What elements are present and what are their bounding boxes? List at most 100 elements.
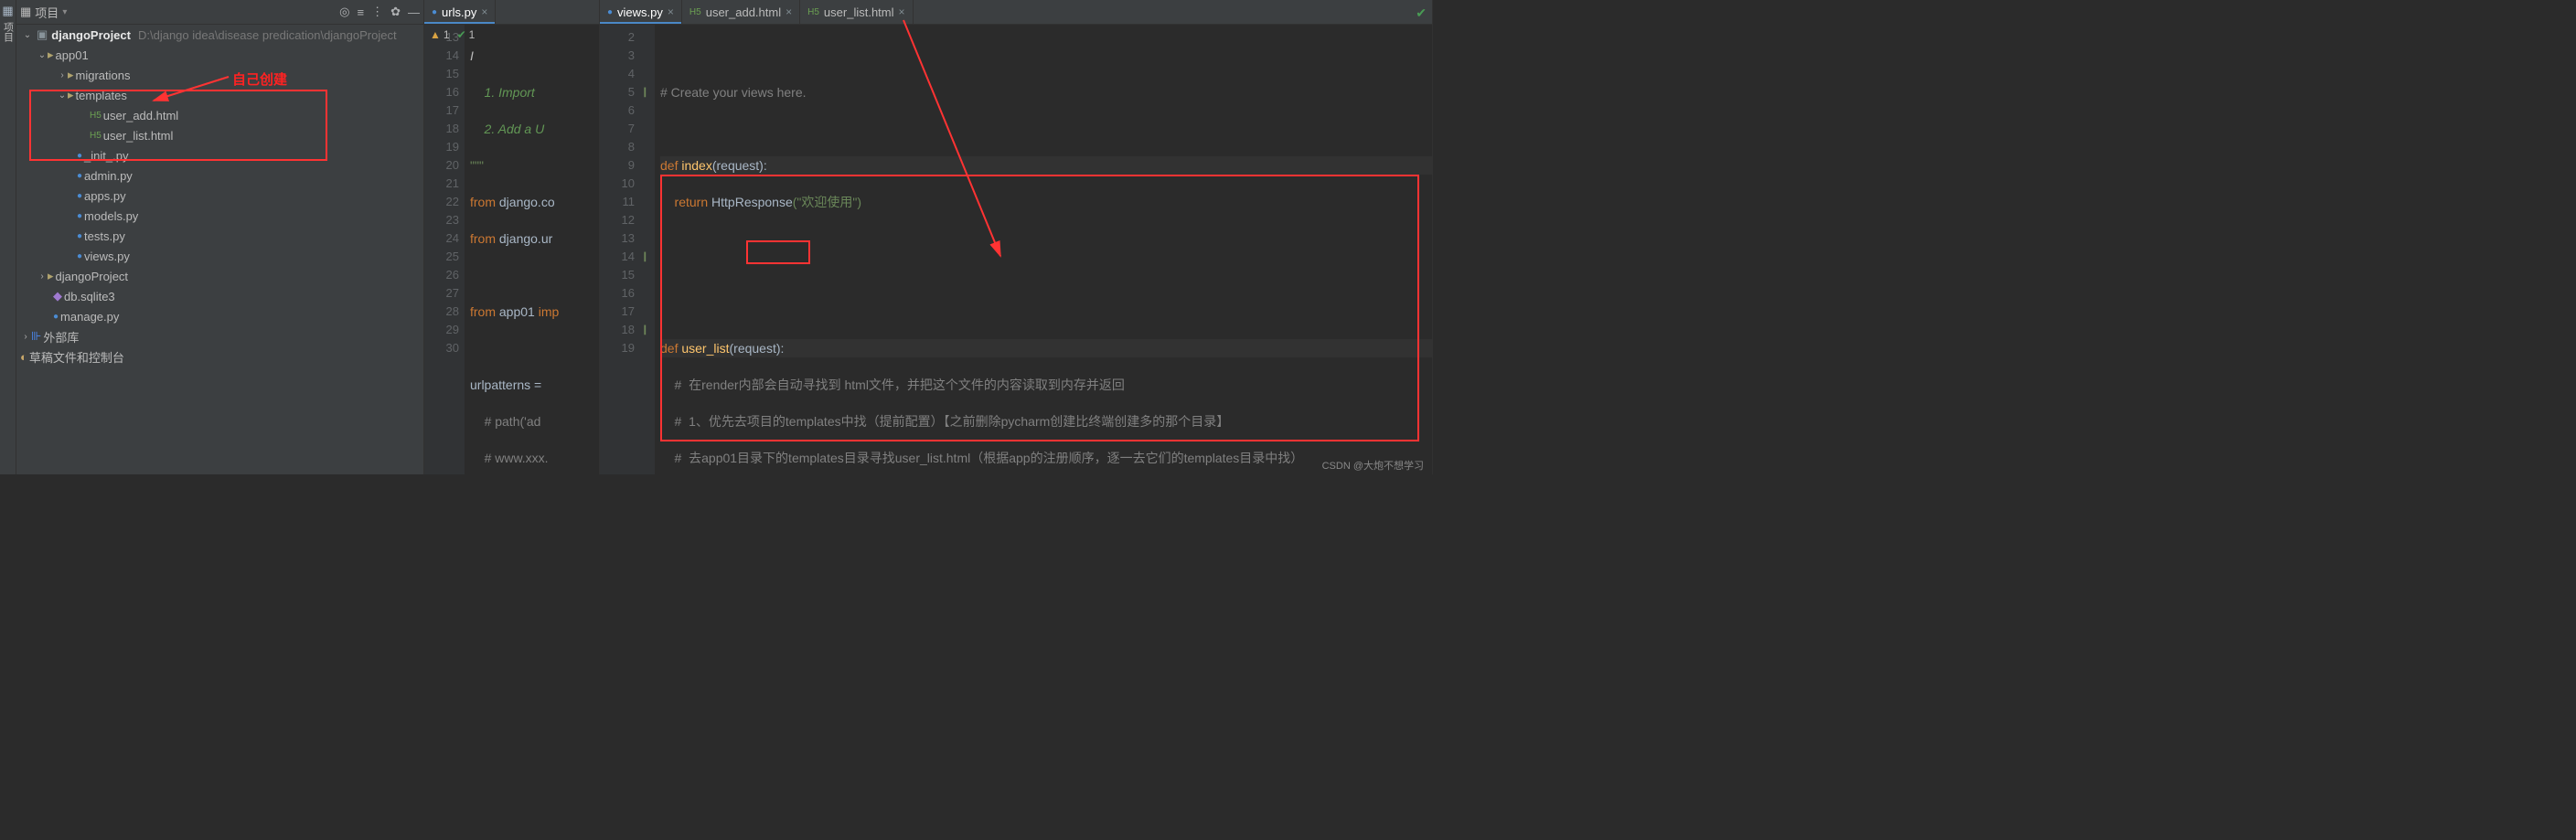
close-icon[interactable]: × — [899, 5, 905, 18]
tree-item-init[interactable]: ●_init_.py — [16, 145, 423, 165]
tree-item-admin[interactable]: ●admin.py — [16, 165, 423, 186]
line-number: 24 — [424, 229, 459, 248]
html-icon: H5 — [807, 7, 819, 17]
python-icon: ● — [77, 171, 82, 181]
gutter-right[interactable]: 2 3 4 5 6 7 8 9 10 11 12 13 14 15 16 17 — [600, 25, 640, 474]
chevron-right-icon[interactable]: › — [57, 70, 68, 80]
folder-icon: ▸ — [68, 88, 74, 102]
line-number: 6 — [600, 101, 635, 120]
tree-item-manage[interactable]: ●manage.py — [16, 306, 423, 326]
project-folder-icon: ▣ — [37, 27, 48, 42]
tree-item-tests[interactable]: ●tests.py — [16, 226, 423, 246]
weak-count: 1 — [469, 28, 476, 41]
tab-urls[interactable]: ● urls.py × — [424, 0, 496, 24]
tree-item-djangoproject[interactable]: ›▸djangoProject — [16, 266, 423, 286]
line-number: 17 — [600, 303, 635, 321]
sidebar-title-text: 项目 — [35, 4, 59, 21]
line-number: 17 — [424, 101, 459, 120]
line-number: 28 — [424, 303, 459, 321]
tree-item-user-add[interactable]: H5user_add.html — [16, 105, 423, 125]
line-number: 12 — [600, 211, 635, 229]
python-icon: ● — [77, 231, 82, 241]
inspection-widget[interactable]: ▲1 ✔1 — [430, 28, 475, 41]
html-icon: H5 — [90, 131, 102, 141]
tab-user-list[interactable]: H5 user_list.html × — [800, 0, 913, 24]
tree-item-external-libs[interactable]: ›⊪外部库 — [16, 326, 423, 346]
line-number: 3 — [600, 47, 635, 65]
minimize-icon[interactable]: — — [408, 5, 420, 19]
python-icon: ● — [53, 312, 59, 322]
chevron-down-icon[interactable]: ⌄ — [57, 90, 68, 101]
line-number: 4 — [600, 65, 635, 83]
html-icon: H5 — [689, 7, 701, 17]
line-number: 5 — [600, 83, 635, 101]
analysis-ok-icon[interactable]: ✔ — [1416, 5, 1427, 21]
code-area-views[interactable]: 2 3 4 5 6 7 8 9 10 11 12 13 14 15 16 17 — [600, 25, 1432, 474]
line-number: 19 — [600, 339, 635, 357]
chevron-right-icon[interactable]: › — [37, 271, 48, 282]
line-number: 9 — [600, 156, 635, 175]
code-content-views[interactable]: # Create your views here. def index(requ… — [655, 25, 1432, 474]
project-tool-icon[interactable]: ▦ — [2, 4, 13, 18]
tab-label: urls.py — [442, 5, 476, 19]
vcs-mark-icon: ▎ — [640, 248, 655, 266]
project-root[interactable]: ⌄ ▣ djangoProject D:\django idea\disease… — [16, 25, 423, 45]
tree-item-views[interactable]: ●views.py — [16, 246, 423, 266]
editor-tabs-left: ● urls.py × — [424, 0, 599, 25]
tree-item-templates[interactable]: ⌄▸templates — [16, 85, 423, 105]
editor-pane-views: ● views.py × H5 user_add.html × H5 user_… — [600, 0, 1433, 474]
gutter-left[interactable]: 13 14 15 16 17 18 19 20 21 22 23 24 25 2… — [424, 25, 465, 474]
project-tree: ⌄▸app01 ›▸migrations ⌄▸templates H5user_… — [16, 45, 423, 367]
python-icon: ● — [607, 7, 613, 17]
project-sidebar: ▦ 项目 ▾ ◎ ≡ ⋮ ✿ — ⌄ ▣ djangoProject D:\dj… — [16, 0, 424, 474]
tab-views[interactable]: ● views.py × — [600, 0, 682, 24]
folder-icon: ▸ — [68, 68, 74, 82]
tree-item-db[interactable]: ◆db.sqlite3 — [16, 286, 423, 306]
settings-icon[interactable]: ✿ — [390, 5, 401, 19]
left-bar-label: 项目 — [1, 22, 16, 42]
vcs-mark-icon: ▎ — [640, 83, 655, 101]
dropdown-icon[interactable]: ▾ — [62, 7, 67, 17]
code-area-urls[interactable]: ▲1 ✔1 13 14 15 16 17 18 19 20 21 22 23 2… — [424, 25, 599, 474]
line-number: 22 — [424, 193, 459, 211]
expand-all-icon[interactable]: ≡ — [358, 5, 365, 19]
close-icon[interactable]: × — [786, 5, 792, 18]
gutter-marks: ▎ ▎ ▎ — [640, 25, 655, 474]
python-icon: ● — [77, 211, 82, 221]
tab-label: views.py — [617, 5, 663, 19]
line-number: 10 — [600, 175, 635, 193]
collapse-all-icon[interactable]: ⋮ — [371, 5, 383, 19]
sidebar-toolbar: ◎ ≡ ⋮ ✿ — — [339, 5, 420, 19]
weak-warning-icon: ✔ — [457, 28, 466, 41]
line-number: 27 — [424, 284, 459, 303]
chevron-right-icon[interactable]: › — [20, 332, 31, 342]
close-icon[interactable]: × — [481, 5, 487, 18]
line-number: 8 — [600, 138, 635, 156]
warn-count: 1 — [444, 28, 450, 41]
tree-item-models[interactable]: ●models.py — [16, 206, 423, 226]
tree-item-user-list[interactable]: H5user_list.html — [16, 125, 423, 145]
select-opened-icon[interactable]: ◎ — [339, 5, 349, 19]
line-number: 13 — [600, 229, 635, 248]
line-number: 11 — [600, 193, 635, 211]
code-content-urls[interactable]: I 1. Import 2. Add a U """ from django.c… — [465, 25, 599, 474]
sidebar-title[interactable]: ▦ 项目 ▾ — [20, 4, 336, 21]
project-name: djangoProject — [51, 28, 131, 42]
scratch-icon: ◐ — [20, 350, 27, 364]
python-icon: ● — [432, 7, 437, 17]
html-icon: H5 — [90, 111, 102, 121]
line-number: 21 — [424, 175, 459, 193]
chevron-down-icon[interactable]: ⌄ — [37, 50, 48, 60]
tab-label: user_list.html — [824, 5, 894, 19]
tree-item-scratches[interactable]: ◐草稿文件和控制台 — [16, 346, 423, 367]
line-number: 14 — [424, 47, 459, 65]
left-tool-strip[interactable]: ▦ 项目 — [0, 0, 16, 474]
close-icon[interactable]: × — [668, 5, 674, 18]
tree-item-app01[interactable]: ⌄▸app01 — [16, 45, 423, 65]
line-number: 23 — [424, 211, 459, 229]
tree-item-migrations[interactable]: ›▸migrations — [16, 65, 423, 85]
chevron-down-icon[interactable]: ⌄ — [22, 30, 33, 40]
tab-user-add[interactable]: H5 user_add.html × — [682, 0, 800, 24]
line-number: 20 — [424, 156, 459, 175]
tree-item-apps[interactable]: ●apps.py — [16, 186, 423, 206]
